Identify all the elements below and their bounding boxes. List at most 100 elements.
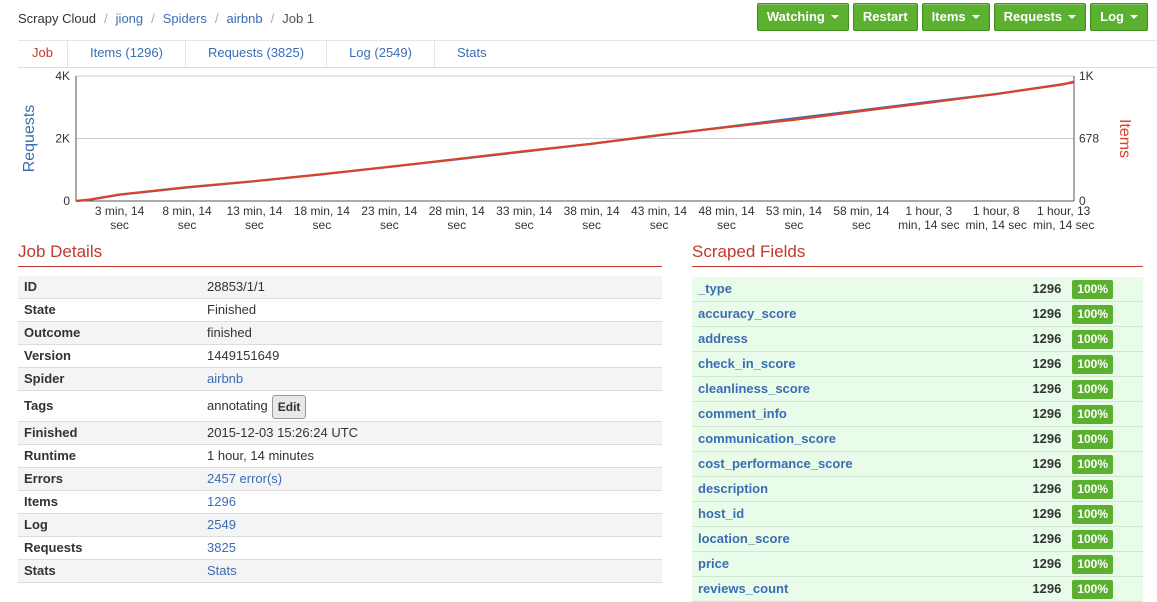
x-tick-label-line: sec xyxy=(717,218,736,232)
detail-key: ID xyxy=(24,279,37,294)
watching-label: Watching xyxy=(766,9,825,24)
detail-row: Errors 2457 error(s) xyxy=(18,468,662,491)
x-tick-label: 28 min, 14 sec xyxy=(429,204,485,232)
field-count: 1296 xyxy=(1032,331,1062,346)
x-tick-label-line: sec xyxy=(582,218,601,232)
breadcrumb-jiong[interactable]: jiong xyxy=(116,11,143,26)
field-name-link[interactable]: host_id xyxy=(692,502,1021,526)
field-name-link[interactable]: location_score xyxy=(692,527,1021,551)
x-tick-label: 8 min, 14 sec xyxy=(162,204,212,232)
detail-value-link[interactable]: 2457 error(s) xyxy=(207,471,282,486)
detail-value: 2015-12-03 15:26:24 UTC xyxy=(207,425,359,440)
restart-label: Restart xyxy=(862,9,908,24)
items-button[interactable]: Items xyxy=(921,3,990,31)
y-right-axis-label: Items xyxy=(1116,119,1133,158)
field-row: comment_info 1296 100% xyxy=(692,402,1143,427)
detail-value-cell: 2549 xyxy=(207,514,662,536)
tab-items[interactable]: Items (1296) xyxy=(68,41,186,67)
detail-row: Runtime 1 hour, 14 minutes xyxy=(18,445,662,468)
field-count: 1296 xyxy=(1032,381,1062,396)
field-name-link[interactable]: description xyxy=(692,477,1021,501)
x-tick-label-line: min, 14 sec xyxy=(898,218,959,232)
watching-button[interactable]: Watching xyxy=(756,3,849,31)
x-tick-label: 23 min, 14 sec xyxy=(361,204,417,232)
field-coverage-badge: 100% xyxy=(1072,579,1113,599)
restart-button[interactable]: Restart xyxy=(852,3,918,31)
detail-row: Finished 2015-12-03 15:26:24 UTC xyxy=(18,422,662,445)
field-name-link[interactable]: communication_score xyxy=(692,427,1021,451)
detail-row: Outcome finished xyxy=(18,322,662,345)
breadcrumb: Scrapy Cloud / jiong / Spiders / airbnb / Job 1 xyxy=(18,11,314,26)
y-left-tick-label: 4K xyxy=(55,69,70,83)
detail-value-link[interactable]: Stats xyxy=(207,563,237,578)
field-name-link[interactable]: price xyxy=(692,552,1021,576)
field-row: cost_performance_score 1296 100% xyxy=(692,452,1143,477)
detail-value-cell: Stats xyxy=(207,560,662,582)
detail-value: annotating xyxy=(207,398,268,413)
breadcrumb-scrapy-cloud[interactable]: Scrapy Cloud xyxy=(18,11,96,26)
x-tick-label: 1 hour, 3 min, 14 sec xyxy=(898,204,959,232)
field-row: _type 1296 100% xyxy=(692,277,1143,302)
detail-value-cell: 3825 xyxy=(207,537,662,559)
detail-value-link[interactable]: airbnb xyxy=(207,371,243,386)
field-name-link[interactable]: cost_performance_score xyxy=(692,452,1021,476)
job-details-table: ID 28853/1/1 State Finished Outcome finished V… xyxy=(18,276,662,583)
detail-key: Tags xyxy=(24,398,54,413)
x-tick-label: 58 min, 14 sec xyxy=(833,204,889,232)
field-name-link[interactable]: reviews_count xyxy=(692,577,1021,601)
x-tick-label-line: 18 min, 14 xyxy=(294,204,350,218)
field-name-link[interactable]: cleanliness_score xyxy=(692,377,1021,401)
tab-job[interactable]: Job xyxy=(18,41,68,67)
x-tick-label-line: 3 min, 14 xyxy=(95,204,145,218)
detail-value-link[interactable]: 1296 xyxy=(207,494,236,509)
field-coverage-badge: 100% xyxy=(1072,429,1113,449)
field-row: communication_score 1296 100% xyxy=(692,427,1143,452)
detail-row: State Finished xyxy=(18,299,662,322)
x-tick-label: 1 hour, 13 min, 14 sec xyxy=(1033,204,1094,232)
detail-key: Runtime xyxy=(24,448,76,463)
log-button[interactable]: Log xyxy=(1090,3,1148,31)
edit-tags-button[interactable]: Edit xyxy=(271,394,307,419)
log-label: Log xyxy=(1100,9,1124,24)
detail-value: finished xyxy=(207,325,252,340)
caret-down-icon xyxy=(1068,15,1077,19)
items-series-line xyxy=(75,80,1075,203)
breadcrumb-airbnb[interactable]: airbnb xyxy=(226,11,262,26)
field-count: 1296 xyxy=(1032,531,1062,546)
x-tick-label: 48 min, 14 sec xyxy=(698,204,754,232)
field-name-link[interactable]: _type xyxy=(692,277,1021,301)
field-name-link[interactable]: check_in_score xyxy=(692,352,1021,376)
field-name-link[interactable]: accuracy_score xyxy=(692,302,1021,326)
detail-key: Log xyxy=(24,517,48,532)
field-coverage-badge: 100% xyxy=(1072,554,1113,574)
breadcrumb-separator: / xyxy=(214,11,219,26)
tab-stats[interactable]: Stats xyxy=(435,41,509,67)
field-name-link[interactable]: address xyxy=(692,327,1021,351)
breadcrumb-separator: / xyxy=(151,11,155,26)
detail-value-cell: annotating Edit xyxy=(207,391,662,421)
field-coverage-badge: 100% xyxy=(1072,529,1113,549)
detail-value-link[interactable]: 3825 xyxy=(207,540,236,555)
detail-value-cell: Finished xyxy=(207,299,662,321)
breadcrumb-spiders[interactable]: Spiders xyxy=(163,11,207,26)
detail-value: 1 hour, 14 minutes xyxy=(207,448,314,463)
requests-button[interactable]: Requests xyxy=(993,3,1087,31)
requests-label: Requests xyxy=(1003,9,1063,24)
x-tick-label: 33 min, 14 sec xyxy=(496,204,552,232)
x-tick-label-line: 1 hour, 13 xyxy=(1037,204,1091,218)
field-count: 1296 xyxy=(1032,481,1062,496)
field-row: host_id 1296 100% xyxy=(692,502,1143,527)
tab-requests[interactable]: Requests (3825) xyxy=(186,41,328,67)
x-tick-label-line: sec xyxy=(178,218,197,232)
field-name-link[interactable]: comment_info xyxy=(692,402,1021,426)
field-coverage-badge: 100% xyxy=(1072,329,1113,349)
caret-down-icon xyxy=(1130,15,1138,19)
tab-log[interactable]: Log (2549) xyxy=(327,41,435,67)
x-tick-label: 53 min, 14 sec xyxy=(766,204,822,232)
x-tick-label-line: sec xyxy=(447,218,466,232)
field-coverage-badge: 100% xyxy=(1072,379,1113,399)
x-tick-label-line: sec xyxy=(515,218,534,232)
detail-value-link[interactable]: 2549 xyxy=(207,517,236,532)
field-count: 1296 xyxy=(1032,556,1062,571)
x-tick-label-line: 23 min, 14 xyxy=(361,204,417,218)
